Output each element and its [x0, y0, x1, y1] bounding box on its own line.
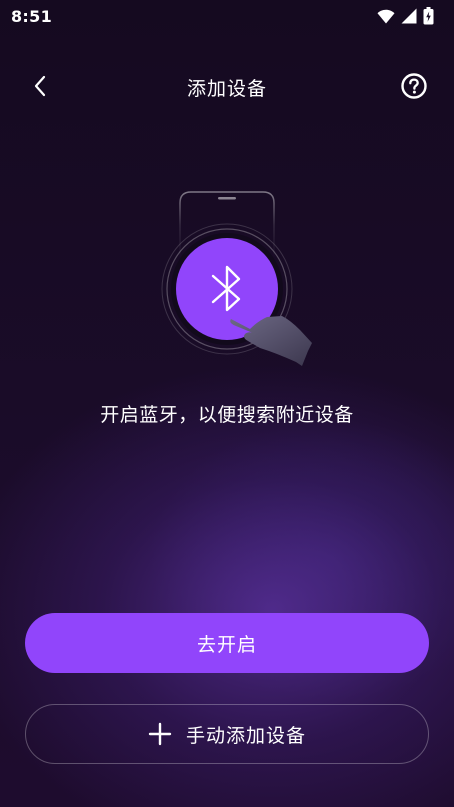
help-button[interactable] [400, 72, 428, 100]
status-bar: 8:51 [0, 0, 454, 32]
manual-add-device-button[interactable]: 手动添加设备 [25, 704, 429, 764]
status-icons [377, 7, 434, 25]
signal-icon [401, 8, 417, 24]
enable-bluetooth-button[interactable]: 去开启 [25, 613, 429, 673]
battery-charging-icon [423, 7, 434, 25]
wifi-icon [377, 9, 395, 23]
page-title: 添加设备 [186, 78, 267, 100]
bluetooth-prompt: 开启蓝牙，以便搜索附近设备 [100, 404, 354, 426]
header: 添加设备 [0, 62, 454, 110]
plus-icon [148, 722, 172, 746]
bluetooth-illustration [150, 188, 320, 370]
help-circle-icon [401, 73, 427, 99]
status-time: 8:51 [11, 6, 52, 26]
enable-bluetooth-label: 去开启 [196, 633, 257, 656]
manual-add-device-label: 手动添加设备 [185, 724, 306, 747]
